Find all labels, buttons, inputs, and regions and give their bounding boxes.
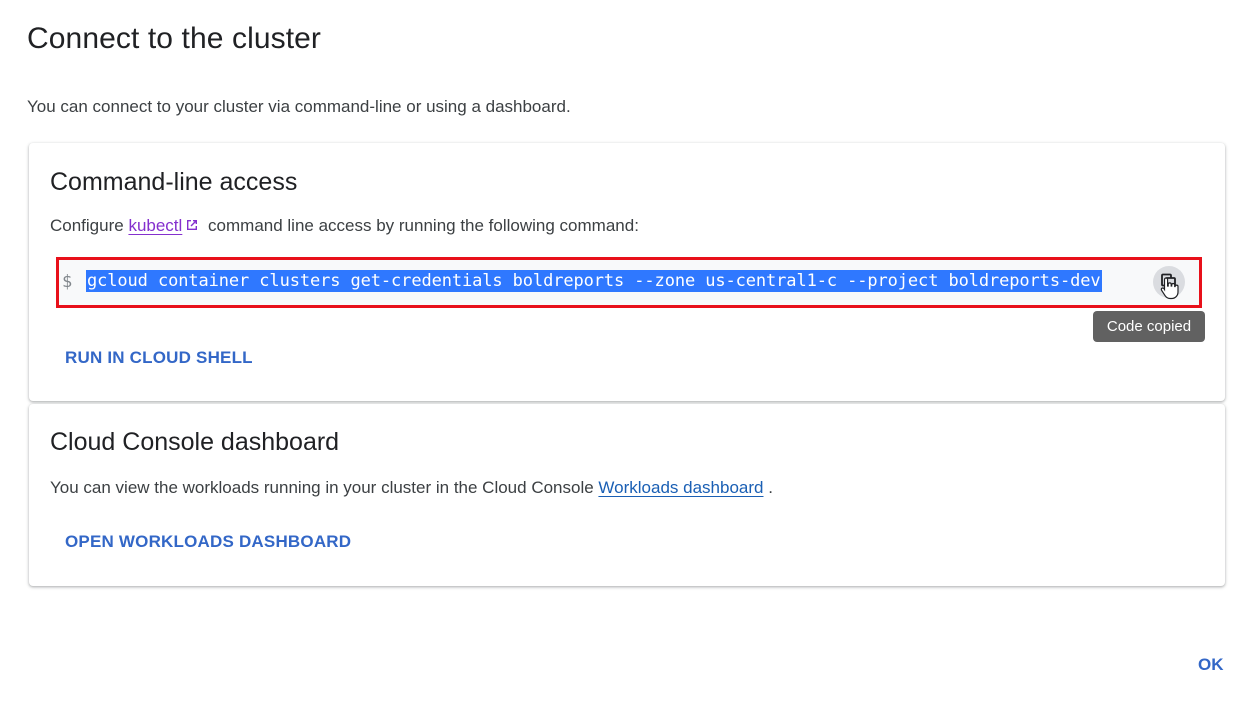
cloud-console-title: Cloud Console dashboard xyxy=(50,428,340,456)
connect-cluster-dialog: Connect to the cluster You can connect t… xyxy=(0,0,1241,704)
cli-desc-after: command line access by running the follo… xyxy=(203,216,639,235)
open-workloads-dashboard-button[interactable]: OPEN WORKLOADS DASHBOARD xyxy=(57,524,359,560)
dash-desc-before: You can view the workloads running in yo… xyxy=(50,478,599,497)
run-in-cloud-shell-button[interactable]: RUN IN CLOUD SHELL xyxy=(57,340,261,376)
gcloud-command-text[interactable]: gcloud container clusters get-credential… xyxy=(86,270,1102,292)
shell-prompt: $ xyxy=(62,272,73,292)
ok-button[interactable]: OK xyxy=(1190,647,1232,683)
cloud-console-description: You can view the workloads running in yo… xyxy=(50,478,773,498)
command-code-block: $ gcloud container clusters get-credenti… xyxy=(56,257,1202,308)
copy-icon xyxy=(1161,273,1176,291)
command-line-card: Command-line access Configure kubectl co… xyxy=(29,143,1225,401)
command-line-description: Configure kubectl command line access by… xyxy=(50,216,639,236)
dash-desc-after: . xyxy=(763,478,773,497)
dialog-subtitle: You can connect to your cluster via comm… xyxy=(27,97,571,116)
cloud-console-card: Cloud Console dashboard You can view the… xyxy=(29,404,1225,586)
command-line-title: Command-line access xyxy=(50,168,298,196)
workloads-dashboard-link[interactable]: Workloads dashboard xyxy=(598,478,763,497)
dialog-title: Connect to the cluster xyxy=(27,22,322,55)
kubectl-link[interactable]: kubectl xyxy=(128,216,182,235)
external-link-icon[interactable] xyxy=(185,218,199,232)
code-copied-tooltip: Code copied xyxy=(1093,311,1205,342)
copy-button[interactable] xyxy=(1153,266,1185,298)
cli-desc-before: Configure xyxy=(50,216,129,235)
